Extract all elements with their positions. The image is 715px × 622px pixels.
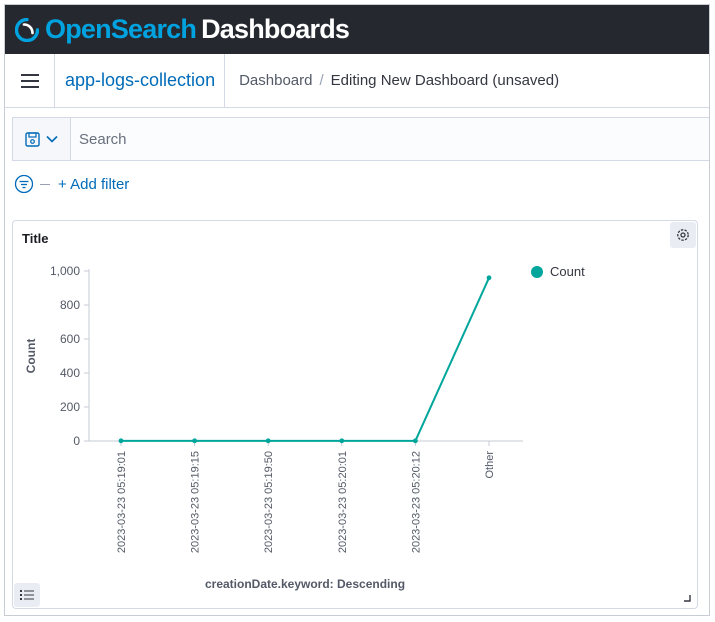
y-tick-label: 200	[60, 400, 80, 414]
legend-toggle-button[interactable]	[14, 583, 40, 607]
filter-divider	[40, 183, 50, 185]
data-point	[339, 438, 345, 444]
resize-icon[interactable]	[683, 594, 691, 602]
app-name-link[interactable]: app-logs-collection	[55, 53, 226, 108]
filter-bar: + Add filter	[14, 173, 129, 195]
brand-search: Search	[110, 14, 197, 44]
y-tick-label: 400	[60, 366, 80, 380]
data-point	[413, 438, 418, 444]
query-bar	[12, 117, 709, 161]
app-header: app-logs-collection Dashboard / Editing …	[5, 53, 709, 108]
legend-swatch-count	[531, 266, 543, 278]
legend-item-count: Count	[550, 264, 585, 279]
add-filter-button[interactable]: + Add filter	[58, 176, 129, 193]
saved-query-menu-button[interactable]	[13, 118, 71, 160]
x-tick-label: 2023-03-23 05:19:15	[190, 451, 202, 553]
series-line-count	[121, 277, 490, 442]
brand-wordmark: Open Search Dashboards	[45, 14, 350, 45]
y-tick-label: 600	[60, 332, 80, 346]
filter-icon[interactable]	[14, 174, 34, 194]
app-window: Open Search Dashboards app-logs-collection…	[4, 4, 710, 616]
data-point	[486, 275, 492, 281]
y-tick-label: 0	[73, 434, 80, 448]
data-point	[265, 438, 271, 444]
y-tick-label: 800	[60, 298, 80, 312]
panel-options-button[interactable]	[670, 222, 696, 248]
save-icon	[25, 131, 40, 147]
line-chart: 0 200 400 600 800 1,000 2023-03-23 05:19:01 202…	[24, 264, 585, 591]
visualization-panel: 0 200 400 600 800 1,000 2023-03-23 05:19:01 202…	[12, 220, 698, 609]
panel-title: Title	[22, 231, 49, 246]
data-point	[192, 438, 198, 444]
y-tick-label: 1,000	[50, 264, 80, 278]
breadcrumb-dashboard-link[interactable]: Dashboard	[239, 72, 312, 89]
top-navigation-bar: Open Search Dashboards	[5, 5, 709, 54]
x-tick-label: 2023-03-23 05:20:12	[410, 451, 422, 553]
chevron-down-icon	[46, 135, 58, 143]
breadcrumb-separator: /	[319, 72, 324, 89]
gear-icon	[677, 229, 689, 241]
y-axis-title: Count	[24, 339, 38, 374]
menu-icon	[20, 73, 39, 88]
opensearch-logo-icon	[15, 17, 39, 42]
legend-list-icon	[20, 590, 34, 600]
x-tick-label: 2023-03-23 05:19:50	[263, 451, 275, 553]
x-tick-label: 2023-03-23 05:20:01	[337, 451, 349, 553]
breadcrumb: Dashboard / Editing New Dashboard (unsav…	[225, 72, 559, 89]
x-tick-label: 2023-03-23 05:19:01	[116, 451, 128, 553]
brand-dashboards: Dashboards	[201, 14, 350, 44]
data-point	[118, 438, 124, 444]
x-tick-label: Other	[484, 451, 496, 479]
menu-button[interactable]	[5, 53, 55, 108]
breadcrumb-current: Editing New Dashboard (unsaved)	[330, 72, 560, 89]
x-axis-title: creationDate.keyword: Descending	[205, 577, 405, 591]
brand-open: Open	[45, 14, 112, 44]
search-input[interactable]	[71, 118, 709, 160]
